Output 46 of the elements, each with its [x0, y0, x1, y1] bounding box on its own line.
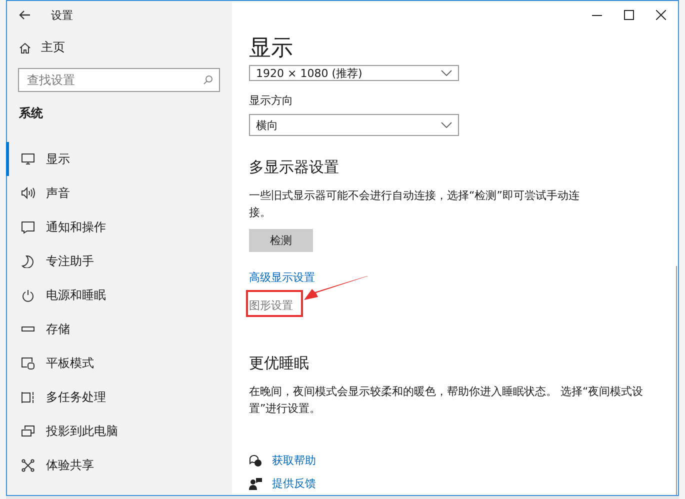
home-nav-item[interactable]: 主页	[7, 29, 232, 66]
section-heading: 系统	[18, 105, 44, 122]
tablet-icon	[21, 356, 35, 370]
speaker-icon	[21, 187, 35, 199]
chevron-icon	[441, 70, 452, 76]
nav-item[interactable]: 存储	[6, 312, 232, 346]
search-icon	[203, 75, 213, 85]
close-icon[interactable]	[656, 10, 666, 20]
projection-icon	[21, 424, 35, 438]
nav-item[interactable]: 体验共享	[6, 448, 232, 482]
moon-icon	[21, 254, 35, 268]
chevron-icon	[441, 122, 452, 128]
window-title: 设置	[51, 8, 73, 22]
resolution-dropdown[interactable]: 1920 × 1080 (推荐)	[249, 65, 459, 81]
settings-link[interactable]: 图形设置	[249, 298, 293, 312]
help-link[interactable]: 提供反馈	[272, 476, 316, 491]
nav-item[interactable]: 多任务处理	[6, 380, 232, 414]
section-heading: 多显示器设置	[249, 158, 339, 177]
chat-help-icon	[249, 454, 262, 467]
orientation-dropdown[interactable]: 横向	[249, 114, 459, 136]
nav-item[interactable]: 平板模式	[6, 346, 232, 380]
nav-item[interactable]: 投影到此电脑	[6, 414, 232, 448]
storage-icon	[21, 326, 35, 332]
help-link[interactable]: 获取帮助	[272, 453, 316, 468]
nav-item[interactable]: 通知和操作	[6, 210, 232, 244]
field-label: 显示方向	[249, 93, 293, 108]
nav-item[interactable]: 专注助手	[6, 244, 232, 278]
message-icon	[21, 220, 35, 234]
home-icon	[19, 42, 31, 54]
person-feedback-icon	[249, 477, 262, 490]
maximize-icon[interactable]	[624, 10, 634, 20]
share-icon	[21, 458, 35, 472]
multitask-icon	[21, 390, 35, 404]
description-text: 一些旧式显示器可能不会进行自动连接，选择“检测”即可尝试手动连接。	[249, 188, 580, 221]
settings-link[interactable]: 高级显示设置	[249, 270, 315, 284]
monitor-icon	[21, 153, 35, 165]
nav-item[interactable]: 电源和睡眠	[6, 278, 232, 312]
description-text: 在晚间，夜间模式会显示较柔和的暖色，帮助你进入睡眠状态。 选择“夜间模式设置”进行设置。	[249, 384, 644, 417]
minimize-icon[interactable]	[592, 14, 602, 16]
search-field[interactable]: 查找设置	[18, 68, 220, 92]
back-arrow-icon[interactable]	[19, 10, 31, 20]
page-title: 显示	[249, 35, 293, 63]
section-heading: 更优睡眠	[249, 354, 309, 373]
power-icon	[21, 288, 35, 302]
nav-item[interactable]: 声音	[6, 176, 232, 210]
detect-button[interactable]: 检测	[249, 229, 313, 252]
